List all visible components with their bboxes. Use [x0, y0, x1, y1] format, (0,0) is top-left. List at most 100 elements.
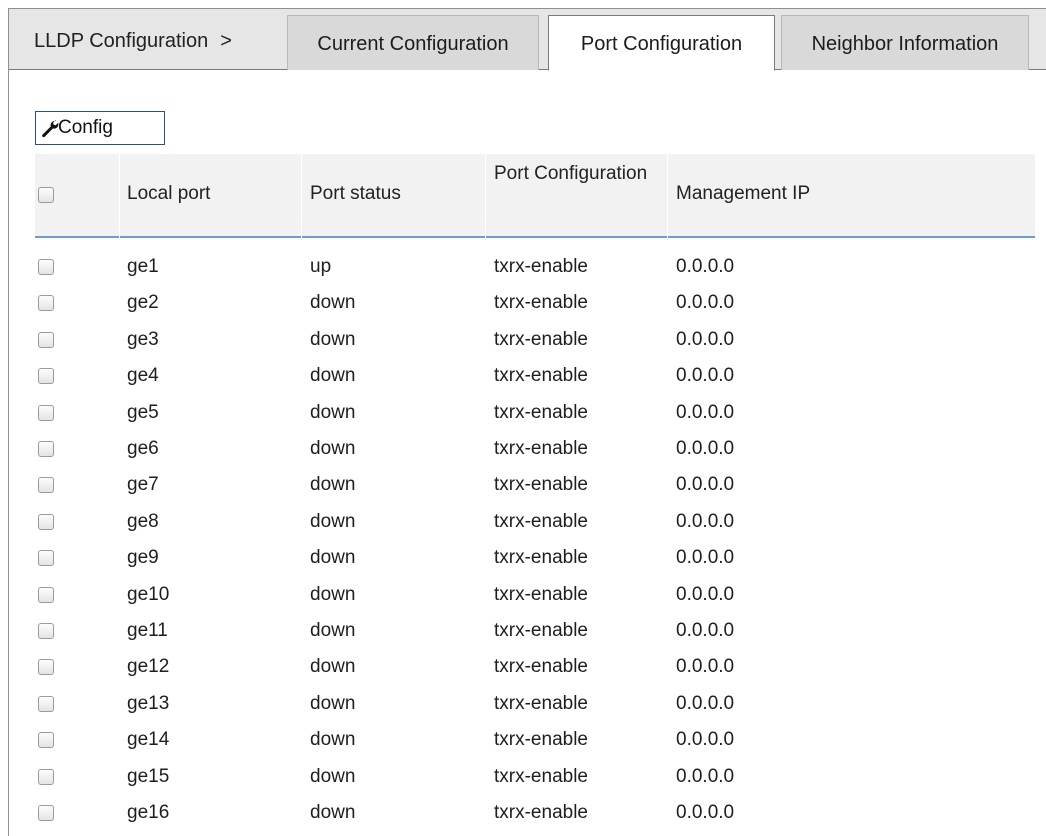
table-row[interactable]: ge13 down txrx-enable 0.0.0.0 [35, 686, 1035, 722]
table-row[interactable]: ge4 down txrx-enable 0.0.0.0 [35, 358, 1035, 394]
row-checkbox[interactable] [38, 659, 54, 676]
local-port-cell: ge1 [127, 256, 159, 277]
breadcrumb-separator: > [220, 30, 232, 52]
tab-current-configuration[interactable]: Current Configuration [287, 15, 539, 70]
management-ip-cell: 0.0.0.0 [676, 765, 735, 787]
breadcrumb-label: LLDP Configuration [34, 30, 209, 52]
table-row[interactable]: ge8 down txrx-enable 0.0.0.0 [35, 504, 1035, 540]
table-row[interactable]: ge5 down txrx-enable 0.0.0.0 [35, 395, 1035, 431]
row-checkbox[interactable] [38, 623, 54, 639]
row-checkbox[interactable] [38, 732, 54, 749]
local-port-cell: ge8 [127, 510, 159, 532]
tab-port-configuration[interactable]: Port Configuration [548, 15, 775, 71]
tab-bar: LLDP Configuration > Current Configuratio… [9, 9, 1046, 71]
management-ip-cell: 0.0.0.0 [676, 401, 735, 423]
row-checkbox[interactable] [38, 259, 54, 275]
port-configuration-cell: txrx-enable [494, 802, 588, 823]
management-ip-cell: 0.0.0.0 [676, 547, 735, 569]
port-configuration-cell: txrx-enable [494, 656, 588, 678]
management-ip-cell: 0.0.0.0 [676, 729, 735, 751]
row-checkbox[interactable] [38, 295, 54, 312]
table-row[interactable]: ge15 down txrx-enable 0.0.0.0 [35, 759, 1035, 795]
wrench-icon [42, 120, 59, 138]
management-ip-cell: 0.0.0.0 [676, 583, 735, 605]
local-port-cell: ge16 [127, 802, 170, 823]
port-status-cell: down [310, 802, 356, 823]
row-checkbox[interactable] [38, 513, 54, 530]
management-ip-cell: 0.0.0.0 [676, 656, 735, 678]
port-configuration-cell: txrx-enable [494, 729, 588, 751]
tab-neighbor-information[interactable]: Neighbor Information [781, 15, 1029, 70]
management-ip-cell: 0.0.0.0 [676, 256, 735, 277]
config-button-label: Config [58, 117, 113, 138]
port-configuration-cell: txrx-enable [494, 510, 588, 532]
config-button[interactable]: Config [35, 111, 165, 145]
management-ip-cell: 0.0.0.0 [676, 292, 735, 314]
table-row[interactable]: ge14 down txrx-enable 0.0.0.0 [35, 722, 1035, 758]
table-header: Local port Port status Port Configuratio… [35, 154, 1035, 238]
table-row[interactable]: ge10 down txrx-enable 0.0.0.0 [35, 577, 1035, 613]
row-checkbox[interactable] [38, 477, 54, 494]
row-checkbox[interactable] [38, 695, 54, 712]
port-configuration-cell: txrx-enable [494, 692, 588, 714]
local-port-cell: ge5 [127, 401, 159, 423]
lldp-panel: LLDP Configuration > Current Configuratio… [8, 8, 1046, 836]
row-checkbox[interactable] [38, 550, 54, 567]
table-row[interactable]: ge3 down txrx-enable 0.0.0.0 [35, 322, 1035, 358]
port-status-cell: down [310, 438, 356, 459]
row-checkbox[interactable] [38, 404, 54, 421]
local-port-cell: ge9 [127, 547, 159, 569]
table-row[interactable]: ge12 down txrx-enable 0.0.0.0 [35, 649, 1035, 685]
port-status-cell: down [310, 765, 356, 787]
row-checkbox[interactable] [38, 441, 54, 457]
management-ip-cell: 0.0.0.0 [676, 365, 735, 387]
port-status-cell: down [310, 656, 356, 678]
management-ip-cell: 0.0.0.0 [676, 802, 735, 823]
management-ip-cell: 0.0.0.0 [676, 692, 735, 714]
port-configuration-cell: txrx-enable [494, 765, 588, 787]
port-status-cell: down [310, 328, 356, 350]
row-checkbox[interactable] [38, 368, 54, 385]
header-port-status[interactable]: Port status [310, 179, 401, 209]
port-status-cell: down [310, 292, 356, 314]
select-all-checkbox[interactable] [38, 187, 54, 203]
row-checkbox[interactable] [38, 331, 54, 348]
header-local-port[interactable]: Local port [127, 179, 210, 209]
local-port-cell: ge4 [127, 365, 159, 387]
local-port-cell: ge6 [127, 438, 159, 459]
port-configuration-cell: txrx-enable [494, 401, 588, 423]
local-port-cell: ge3 [127, 328, 159, 350]
local-port-cell: ge13 [127, 692, 170, 714]
port-configuration-cell: txrx-enable [494, 328, 588, 350]
table-row[interactable]: ge9 down txrx-enable 0.0.0.0 [35, 540, 1035, 576]
table-row[interactable]: ge6 down txrx-enable 0.0.0.0 [35, 431, 1035, 467]
local-port-cell: ge14 [127, 729, 170, 751]
row-checkbox[interactable] [38, 768, 54, 785]
header-port-configuration[interactable]: Port Configuration [494, 159, 664, 189]
column-divider [485, 154, 486, 238]
port-configuration-cell: txrx-enable [494, 583, 588, 605]
table-row[interactable]: ge2 down txrx-enable 0.0.0.0 [35, 285, 1035, 321]
port-status-cell: down [310, 583, 356, 605]
table-row[interactable]: ge16 down txrx-enable 0.0.0.0 [35, 795, 1035, 831]
column-divider [667, 154, 668, 238]
port-status-cell: down [310, 474, 356, 496]
management-ip-cell: 0.0.0.0 [676, 328, 735, 350]
local-port-cell: ge2 [127, 292, 159, 314]
port-configuration-cell: txrx-enable [494, 292, 588, 314]
management-ip-cell: 0.0.0.0 [676, 620, 735, 641]
local-port-cell: ge12 [127, 656, 170, 678]
row-checkbox[interactable] [38, 805, 54, 821]
local-port-cell: ge11 [127, 620, 168, 641]
port-status-cell: down [310, 729, 356, 751]
port-configuration-cell: txrx-enable [494, 547, 588, 569]
row-checkbox[interactable] [38, 586, 54, 603]
header-management-ip[interactable]: Management IP [676, 179, 810, 209]
breadcrumb: LLDP Configuration > [34, 9, 232, 69]
table-row[interactable]: ge11 down txrx-enable 0.0.0.0 [35, 613, 1035, 649]
management-ip-cell: 0.0.0.0 [676, 474, 735, 496]
table-row[interactable]: ge7 down txrx-enable 0.0.0.0 [35, 467, 1035, 503]
port-status-cell: down [310, 401, 356, 423]
table-row[interactable]: ge1 up txrx-enable 0.0.0.0 [35, 249, 1035, 285]
port-configuration-cell: txrx-enable [494, 256, 588, 277]
